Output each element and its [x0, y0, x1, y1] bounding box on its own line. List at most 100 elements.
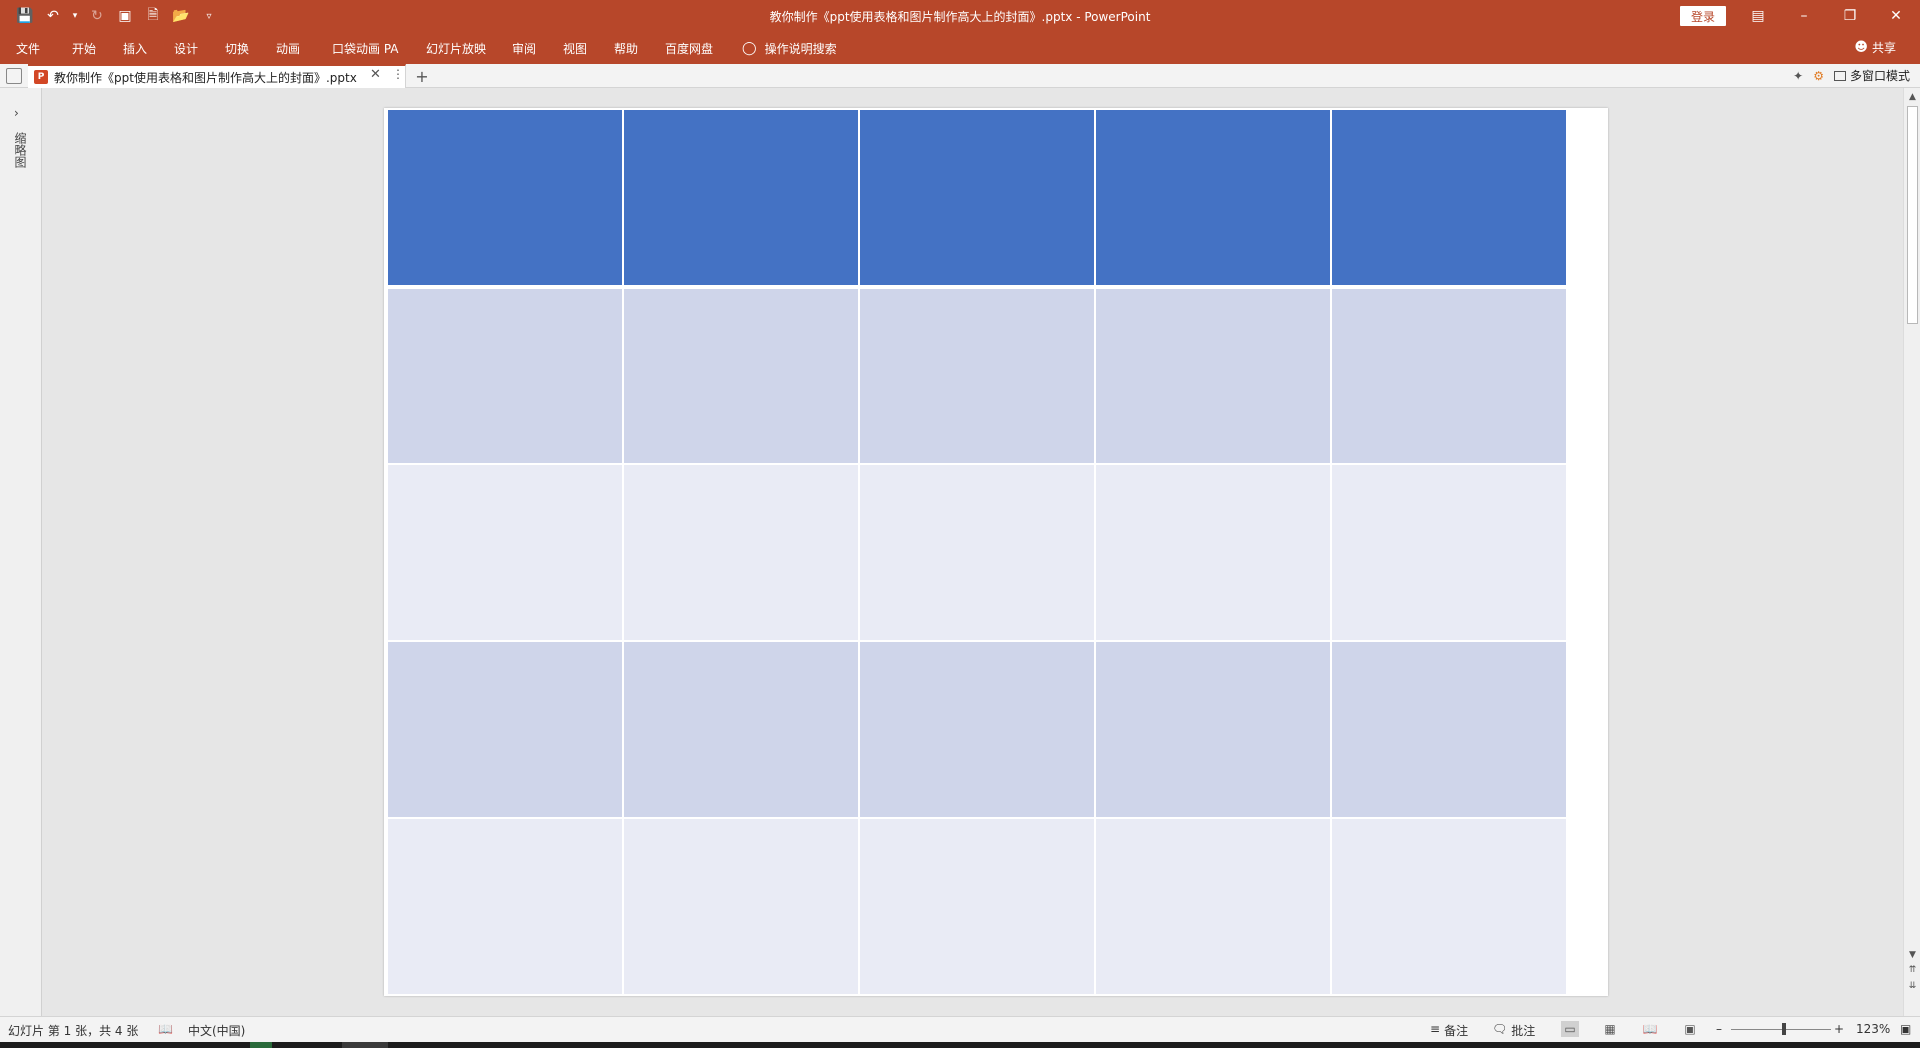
table-cell[interactable]	[1330, 640, 1568, 819]
table-row	[386, 817, 1568, 996]
scroll-down-icon[interactable]: ▼	[1907, 949, 1918, 960]
slide-canvas	[43, 88, 1903, 1016]
table-row	[386, 286, 1568, 465]
ribbon-display-options-icon[interactable]: ▤	[1735, 0, 1781, 32]
file-panel-icon[interactable]	[6, 68, 22, 84]
table-cell[interactable]	[1094, 463, 1332, 642]
tab-view[interactable]: 视图	[563, 40, 587, 57]
status-bar: 幻灯片 第 1 张，共 4 张 📖 中文(中国) ≡ 备注 🗨 批注 ▭ ▦ 📖…	[0, 1016, 1920, 1042]
table-cell[interactable]	[858, 640, 1096, 819]
comments-button[interactable]: 🗨 批注	[1492, 1022, 1535, 1039]
close-icon[interactable]: ✕	[1873, 0, 1919, 32]
slide[interactable]	[384, 108, 1608, 996]
document-tab-label: 教你制作《ppt使用表格和图片制作高大上的封面》.pptx	[54, 70, 357, 85]
multi-window-mode-button[interactable]: 多窗口模式	[1833, 67, 1910, 84]
ribbon-tabs: 文件 开始 插入 设计 切换 动画 口袋动画 PA 幻灯片放映 审阅 视图 帮助…	[0, 32, 1920, 64]
table-cell[interactable]	[386, 817, 624, 996]
table-cell[interactable]	[386, 108, 624, 289]
table-cell[interactable]	[1094, 286, 1332, 465]
table-cell[interactable]	[622, 108, 860, 289]
tab-pocket-animation[interactable]: 口袋动画 PA	[332, 40, 399, 57]
notes-label: 备注	[1444, 1024, 1469, 1038]
comments-label: 批注	[1511, 1024, 1536, 1038]
table-cell[interactable]	[386, 463, 624, 642]
tell-me-label: 操作说明搜索	[764, 42, 837, 56]
share-button[interactable]: ☻ 共享	[1854, 39, 1896, 56]
table-cell[interactable]	[1094, 108, 1332, 289]
table-cell[interactable]	[1330, 108, 1568, 289]
table-cell[interactable]	[858, 108, 1096, 289]
login-button[interactable]: 登录	[1680, 6, 1726, 26]
next-slide-icon[interactable]: ⇊	[1907, 980, 1918, 991]
tab-file[interactable]: 文件	[16, 40, 40, 57]
table-cell[interactable]	[1094, 817, 1332, 996]
comment-icon: 🗨	[1492, 1022, 1508, 1036]
reading-view-icon[interactable]: 📖	[1641, 1021, 1659, 1037]
tab-review[interactable]: 审阅	[512, 40, 536, 57]
tab-help[interactable]: 帮助	[614, 40, 638, 57]
normal-view-icon[interactable]: ▭	[1561, 1021, 1579, 1037]
multi-window-label: 多窗口模式	[1849, 69, 1910, 83]
share-label: 共享	[1871, 41, 1896, 55]
table-cell[interactable]	[1094, 640, 1332, 819]
slide-counter[interactable]: 幻灯片 第 1 张，共 4 张	[8, 1022, 138, 1039]
thumbnail-pane-label[interactable]: 缩略图	[12, 132, 29, 168]
tab-baidu-netdisk[interactable]: 百度网盘	[665, 40, 713, 57]
tab-design[interactable]: 设计	[174, 40, 198, 57]
taskbar-app-indicator	[342, 1042, 388, 1048]
window-title: 教你制作《ppt使用表格和图片制作高大上的封面》.pptx - PowerPoi…	[769, 10, 1151, 24]
table-cell[interactable]	[1330, 463, 1568, 642]
table-cell[interactable]	[622, 286, 860, 465]
lightbulb-icon: ◯	[742, 41, 757, 56]
zoom-in-icon[interactable]: +	[1834, 1022, 1844, 1036]
slide-table[interactable]	[386, 108, 1568, 996]
zoom-slider-thumb[interactable]	[1782, 1023, 1786, 1035]
table-cell[interactable]	[858, 286, 1096, 465]
tab-insert[interactable]: 插入	[123, 40, 147, 57]
magic-wand-icon[interactable]: ✦	[1793, 69, 1803, 83]
tab-animations[interactable]: 动画	[276, 40, 300, 57]
table-cell[interactable]	[1330, 817, 1568, 996]
table-row	[386, 640, 1568, 819]
scrollbar-thumb[interactable]	[1907, 106, 1918, 324]
settings-gear-icon[interactable]: ⚙	[1813, 69, 1824, 83]
spellcheck-icon[interactable]: 📖	[158, 1022, 173, 1036]
expand-thumbnails-icon[interactable]: ›	[14, 106, 19, 120]
previous-slide-icon[interactable]: ⇈	[1907, 964, 1918, 975]
document-tab-bar: P 教你制作《ppt使用表格和图片制作高大上的封面》.pptx ✕ ⋮ + ✦ …	[0, 64, 1920, 88]
zoom-out-icon[interactable]: –	[1716, 1022, 1722, 1036]
zoom-level[interactable]: 123%	[1856, 1022, 1890, 1036]
tab-transitions[interactable]: 切换	[225, 40, 249, 57]
slide-sorter-view-icon[interactable]: ▦	[1601, 1021, 1619, 1037]
notes-button[interactable]: ≡ 备注	[1430, 1022, 1468, 1039]
table-cell[interactable]	[622, 463, 860, 642]
restore-icon[interactable]: ❐	[1827, 0, 1873, 32]
table-cell[interactable]	[386, 640, 624, 819]
add-tab-icon[interactable]: +	[410, 65, 434, 87]
thumbnail-pane: › 缩略图	[0, 88, 42, 1016]
close-tab-icon[interactable]: ✕	[370, 67, 381, 82]
minimize-icon[interactable]: –	[1781, 0, 1827, 32]
table-cell[interactable]	[858, 817, 1096, 996]
notes-icon: ≡	[1430, 1022, 1441, 1036]
table-cell[interactable]	[858, 463, 1096, 642]
language-indicator[interactable]: 中文(中国)	[188, 1022, 245, 1039]
multi-window-icon	[1833, 70, 1846, 81]
tab-more-icon[interactable]: ⋮	[392, 67, 404, 81]
table-cell[interactable]	[1330, 286, 1568, 465]
document-tab[interactable]: P 教你制作《ppt使用表格和图片制作高大上的封面》.pptx	[28, 64, 406, 88]
table-cell[interactable]	[386, 286, 624, 465]
slideshow-view-icon[interactable]: ▣	[1681, 1021, 1699, 1037]
scroll-up-icon[interactable]: ▲	[1907, 91, 1918, 102]
vertical-scrollbar[interactable]: ▲ ▼ ⇈ ⇊	[1903, 88, 1920, 1016]
person-icon: ☻	[1854, 40, 1868, 55]
tab-home[interactable]: 开始	[72, 40, 96, 57]
powerpoint-file-icon: P	[34, 70, 48, 84]
table-cell[interactable]	[622, 817, 860, 996]
fit-to-window-icon[interactable]: ▣	[1900, 1022, 1911, 1036]
zoom-slider[interactable]	[1731, 1029, 1831, 1030]
table-cell[interactable]	[622, 640, 860, 819]
title-bar: 💾 ↶ ▾ ↻ ▣ 🗎 📂 ▿ 教你制作《ppt使用表格和图片制作高大上的封面》…	[0, 0, 1920, 32]
tab-slideshow[interactable]: 幻灯片放映	[426, 40, 486, 57]
tell-me-search[interactable]: ◯ 操作说明搜索	[742, 40, 837, 57]
